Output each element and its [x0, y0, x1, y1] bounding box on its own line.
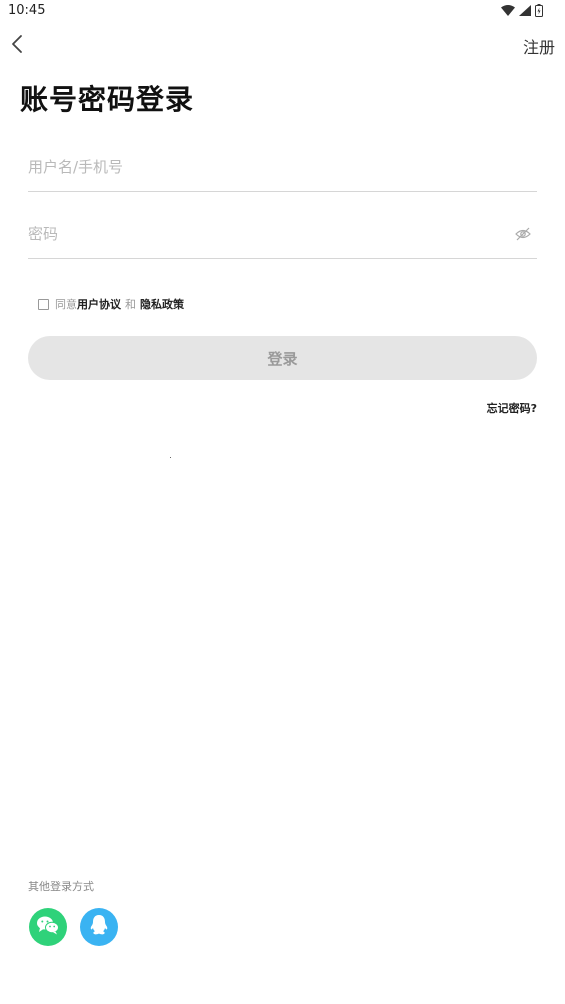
agreement-prefix: 同意: [55, 298, 77, 311]
qq-login-button[interactable]: [80, 908, 118, 946]
status-icons: [501, 4, 543, 17]
wechat-icon: [36, 915, 60, 939]
agreement-conjunction: 和: [125, 298, 136, 311]
privacy-policy-link[interactable]: 隐私政策: [140, 296, 184, 312]
battery-icon: [535, 4, 543, 17]
other-login-label: 其他登录方式: [28, 880, 94, 893]
username-field: [28, 155, 537, 192]
stray-dot: [170, 457, 171, 458]
user-agreement-link[interactable]: 用户协议: [77, 296, 121, 312]
chevron-left-icon: [11, 34, 23, 58]
username-input[interactable]: [28, 155, 498, 179]
qq-icon: [89, 914, 109, 940]
password-field: [28, 222, 537, 259]
agreement-checkbox[interactable]: [38, 298, 49, 310]
page-title: 账号密码登录: [20, 83, 195, 116]
back-button[interactable]: [4, 32, 30, 60]
register-link[interactable]: 注册: [523, 34, 555, 58]
forgot-password-link[interactable]: 忘记密码?: [487, 400, 537, 416]
status-time: 10:45: [8, 3, 46, 18]
eye-off-icon[interactable]: [515, 226, 531, 241]
wifi-icon: [501, 5, 515, 16]
status-bar: 10:45: [0, 0, 565, 24]
password-input[interactable]: [28, 222, 498, 246]
cellular-signal-icon: [519, 5, 531, 16]
agreement-row: 同意 用户协议 和 隐私政策: [38, 296, 184, 312]
wechat-login-button[interactable]: [29, 908, 67, 946]
login-button[interactable]: 登录: [28, 336, 537, 380]
